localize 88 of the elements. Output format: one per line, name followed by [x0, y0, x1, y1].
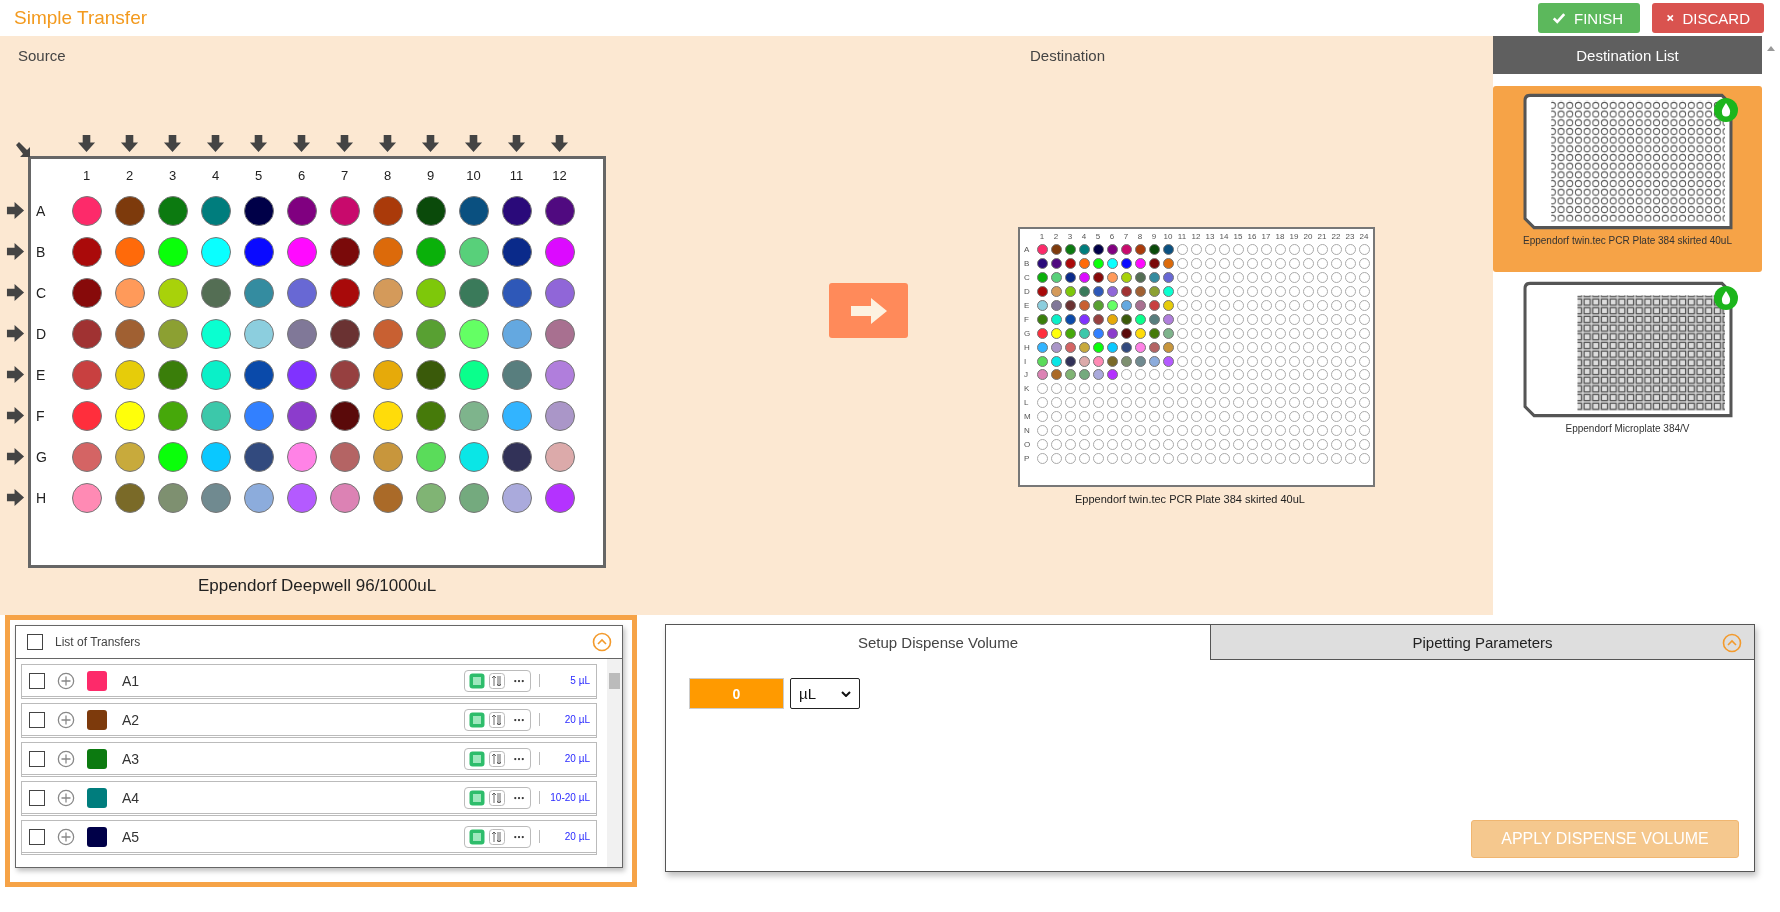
column-number: 7: [1122, 232, 1130, 243]
destination-list-item[interactable]: Eppendorf Microplate 384/V: [1493, 274, 1762, 460]
column-number: 11: [508, 167, 525, 185]
well-label: A1: [122, 672, 141, 689]
column-number: 1: [81, 167, 92, 185]
row-label: E: [35, 366, 47, 383]
column-number: 9: [425, 167, 436, 185]
transfer-row[interactable]: A3 20 µL: [21, 742, 597, 777]
transfer-row[interactable]: A5 20 µL: [21, 820, 597, 855]
column-number: 10: [1162, 232, 1174, 243]
column-number: 4: [210, 167, 221, 185]
row-label: F: [1023, 314, 1030, 324]
tab[interactable]: Pipetting Parameters: [1210, 625, 1754, 660]
row-label: D: [1023, 287, 1031, 297]
column-number: 22: [1330, 232, 1342, 243]
row-label: A: [35, 202, 47, 219]
row-label: H: [35, 489, 48, 506]
column-number: 20: [1302, 232, 1314, 243]
well-label: A3: [122, 750, 141, 767]
row-label: E: [1023, 301, 1031, 310]
row-label: M: [1023, 412, 1032, 422]
row-label: O: [1023, 439, 1032, 449]
section-title: Source: [17, 46, 67, 64]
transfer-row[interactable]: A1 5 µL: [21, 664, 597, 699]
row-label: C: [35, 284, 48, 301]
row-label: K: [1023, 384, 1031, 394]
column-number: 23: [1344, 232, 1356, 243]
row-label: F: [35, 407, 46, 424]
column-number: 17: [1260, 232, 1272, 243]
column-number: 6: [296, 167, 307, 185]
row-label: B: [35, 243, 47, 260]
row-label: J: [1023, 370, 1029, 380]
transfer-row[interactable]: A2 20 µL: [21, 703, 597, 738]
column-number: 2: [1052, 232, 1060, 243]
column-number: 3: [167, 167, 178, 185]
column-number: 11: [1176, 232, 1188, 243]
column-number: 2: [124, 167, 135, 185]
row-label: H: [1023, 342, 1031, 352]
column-number: 5: [1094, 232, 1102, 243]
row-label: L: [1023, 398, 1030, 408]
row-label: N: [1023, 426, 1031, 435]
volume-text: 5 µL: [539, 674, 590, 687]
column-number: 3: [1066, 232, 1074, 243]
column-number: 12: [1190, 232, 1202, 243]
row-label: I: [1023, 356, 1028, 366]
row-label: G: [35, 448, 48, 465]
well-label: A4: [122, 789, 141, 806]
column-number: 14: [1218, 232, 1230, 243]
column-number: 10: [465, 167, 482, 185]
row-label: D: [35, 325, 48, 342]
column-number: 9: [1150, 232, 1158, 243]
unit-dropdown[interactable]: µL: [790, 678, 860, 709]
column-number: 1: [1038, 232, 1046, 243]
panel-header: Destination List: [1493, 36, 1762, 74]
header-button[interactable]: DISCARD: [1652, 3, 1764, 33]
column-number: 18: [1274, 232, 1286, 243]
column-number: 4: [1080, 232, 1088, 243]
column-number: 12: [551, 167, 568, 185]
destination-list-item[interactable]: Eppendorf twin.tec PCR Plate 384 skirted 40uL: [1493, 86, 1762, 272]
column-number: 19: [1288, 232, 1300, 243]
row-label: C: [1023, 273, 1031, 283]
column-number: 16: [1246, 232, 1258, 243]
row-label: G: [1023, 328, 1032, 338]
column-number: 5: [253, 167, 264, 185]
column-number: 7: [339, 167, 350, 185]
row-label: P: [1023, 453, 1031, 463]
section-title: Destination: [1029, 46, 1106, 64]
row-label: B: [1023, 259, 1031, 269]
plate-name: Eppendorf Deepwell 96/1000uL: [196, 576, 438, 596]
row-label: A: [1023, 245, 1031, 255]
well-label: A2: [122, 711, 141, 728]
volume-text: 20 µL: [539, 752, 590, 765]
column-number: 8: [382, 167, 393, 185]
column-number: 21: [1316, 232, 1328, 243]
column-number: 15: [1232, 232, 1244, 243]
plate-name: Eppendorf twin.tec PCR Plate 384 skirted 40uL: [1075, 493, 1305, 505]
volume-text: 20 µL: [539, 713, 590, 726]
column-number: 8: [1136, 232, 1144, 243]
column-number: 24: [1358, 232, 1370, 243]
well-label: A5: [122, 828, 141, 845]
tab[interactable]: Setup Dispense Volume: [666, 625, 1210, 660]
column-number: 6: [1108, 232, 1116, 243]
panel-title: List of Transfers: [55, 635, 142, 649]
app-title: Simple Transfer: [14, 7, 148, 29]
transfer-row[interactable]: A4 10-20 µL: [21, 781, 597, 816]
volume-text: 20 µL: [539, 830, 590, 843]
column-number: 13: [1204, 232, 1216, 243]
volume-text: 10-20 µL: [539, 791, 590, 804]
